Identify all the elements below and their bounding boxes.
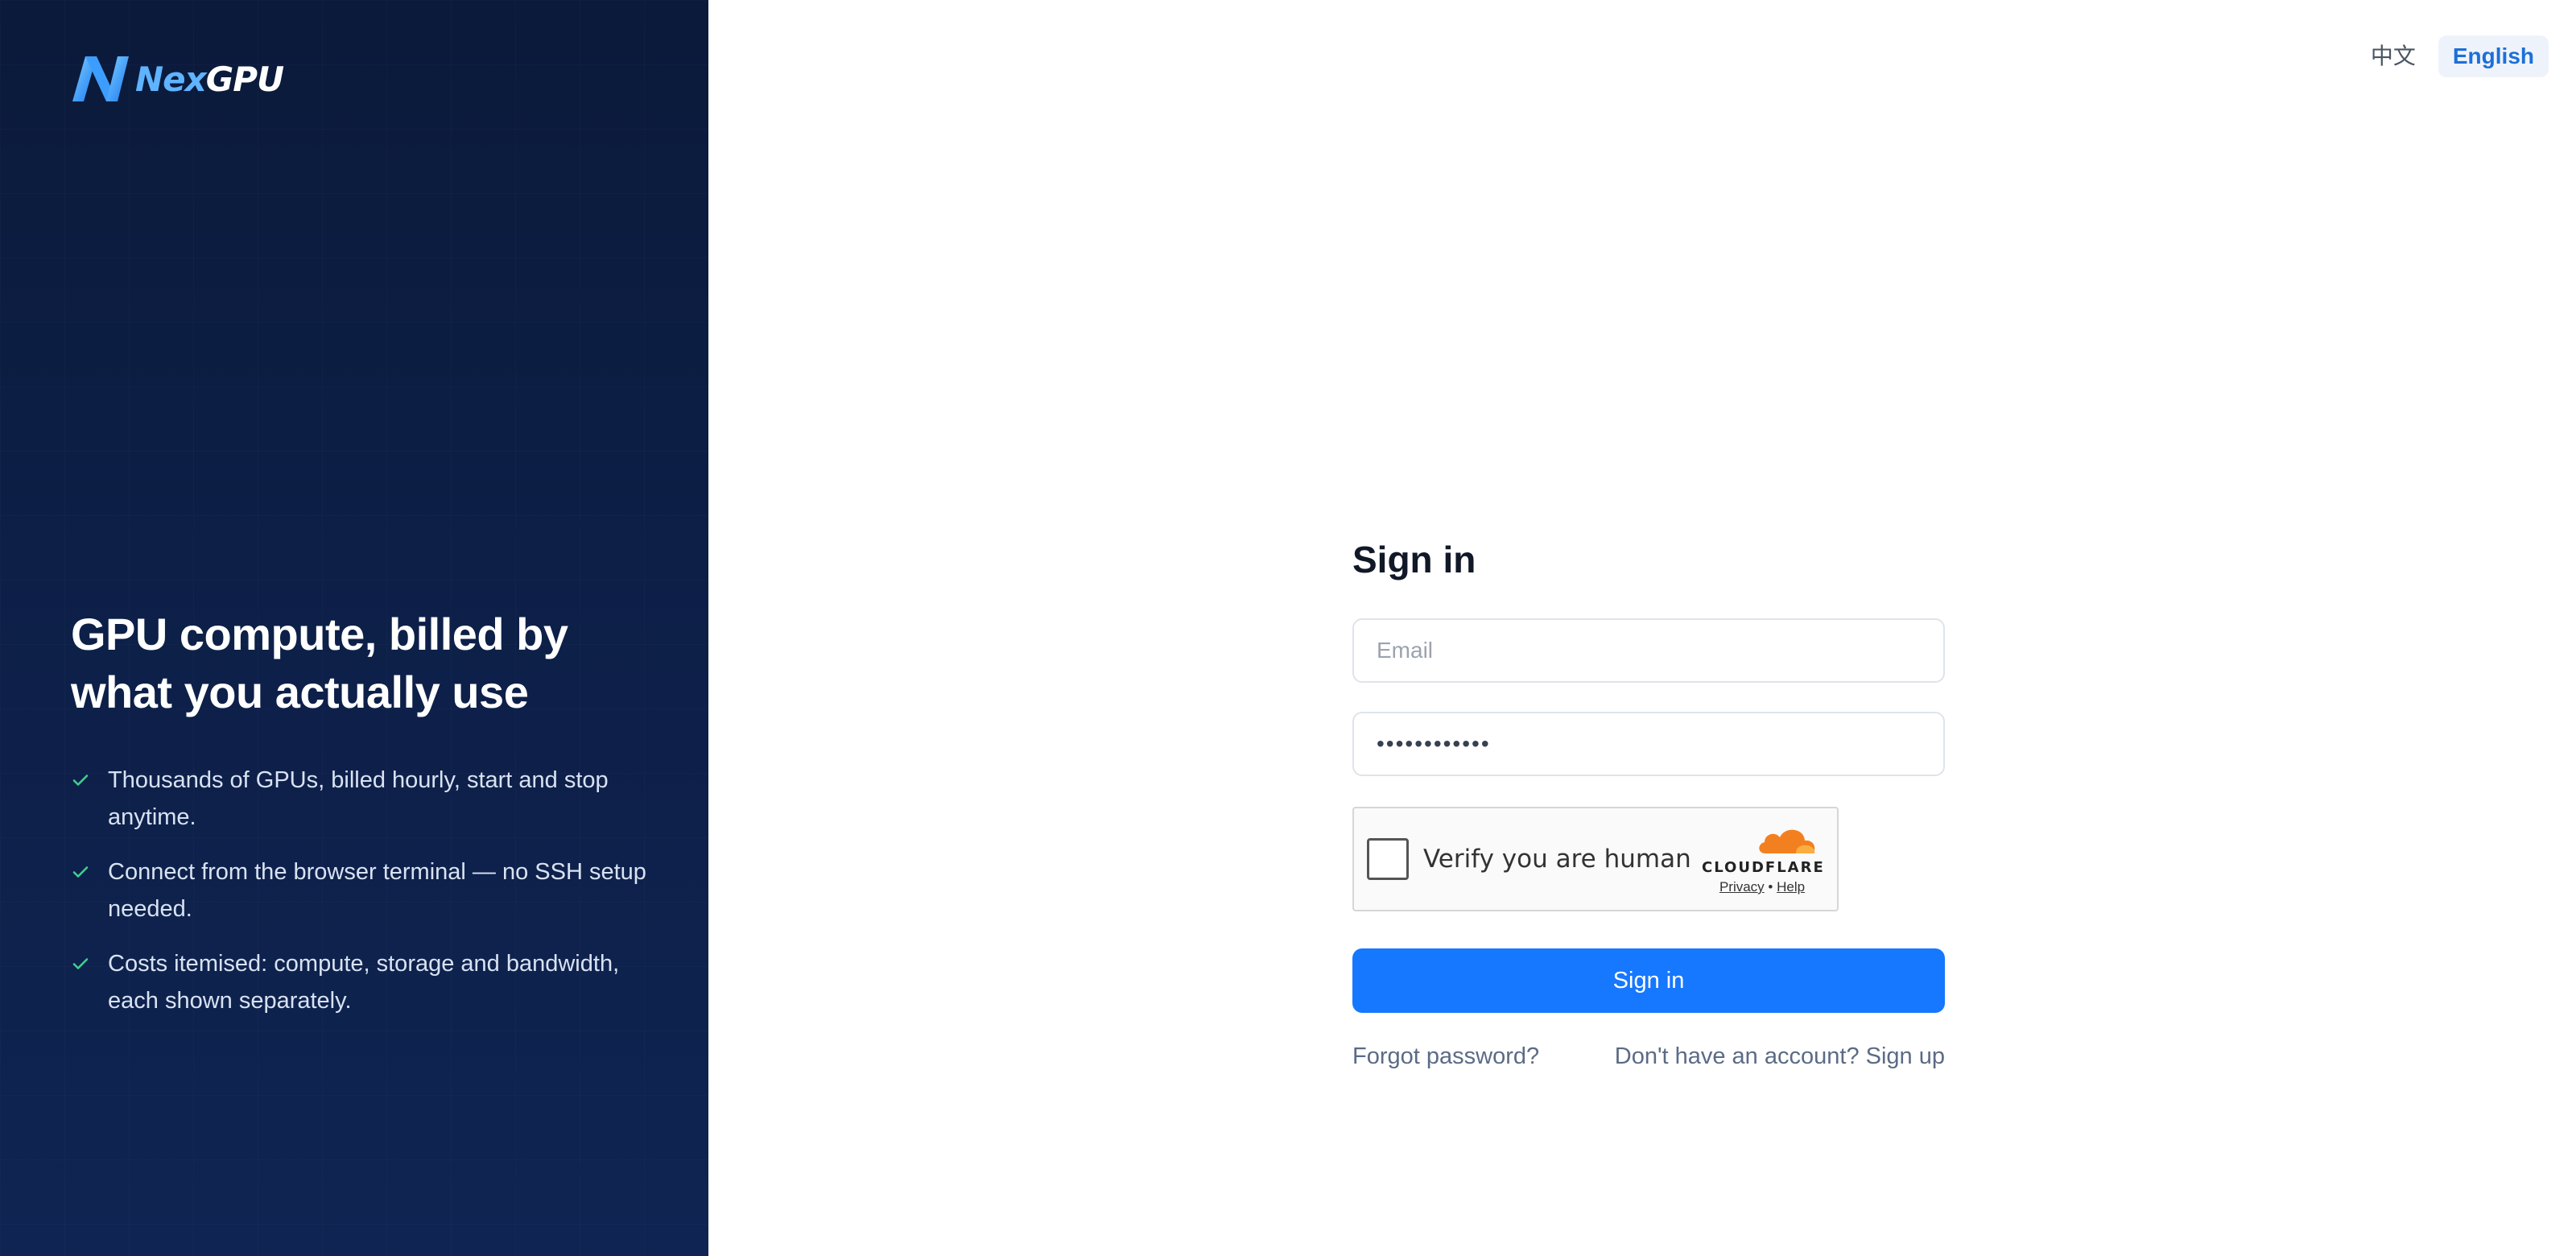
check-icon [72,958,89,969]
feature-text: Costs itemised: compute, storage and ban… [108,951,620,1014]
language-option-zh[interactable]: 中文 [2356,35,2430,77]
feature-text: Thousands of GPUs, billed hourly, start … [108,767,609,830]
brand-logo[interactable]: NexGPU [71,53,284,105]
signin-form: Sign in Verify you are human CLOUDFLARE … [1352,531,1945,1070]
language-option-en[interactable]: English [2438,35,2549,77]
feature-list: Thousands of GPUs, billed hourly, start … [71,762,650,1019]
password-input[interactable] [1352,712,1945,776]
captcha-help-link[interactable]: Help [1777,879,1805,894]
captcha-link-separator: • [1768,879,1773,894]
signin-button[interactable]: Sign in [1352,948,1945,1013]
signup-link[interactable]: Don't have an account? Sign up [1615,1043,1945,1070]
brand-name: NexGPU [135,59,284,99]
captcha-privacy-link[interactable]: Privacy [1719,879,1765,894]
feature-item: Connect from the browser terminal — no S… [71,853,650,928]
feature-item: Thousands of GPUs, billed hourly, start … [71,762,650,836]
cloudflare-branding: CLOUDFLARE Privacy • Help [1702,824,1823,895]
captcha-checkbox[interactable] [1367,838,1409,880]
signin-links: Forgot password? Don't have an account? … [1352,1043,1945,1070]
language-switcher: 中文 English [2356,35,2549,77]
email-input[interactable] [1352,618,1945,683]
signin-title: Sign in [1352,539,1476,580]
forgot-password-link[interactable]: Forgot password? [1352,1043,1539,1070]
captcha-widget: Verify you are human CLOUDFLARE Privacy … [1352,807,1839,911]
cloudflare-wordmark: CLOUDFLARE [1702,859,1825,876]
hero-content: GPU compute, billed by what you actually… [71,605,650,1037]
cloudflare-cloud-icon [1759,829,1815,853]
cloudflare-links: Privacy • Help [1702,879,1823,895]
check-icon [72,775,89,786]
hero-title: GPU compute, billed by what you actually… [71,609,568,717]
check-icon [72,866,89,878]
hero-panel: NexGPU GPU compute, billed by what you a… [0,0,708,1256]
nexgpu-logo-icon [72,56,129,101]
captcha-label: Verify you are human [1423,845,1691,874]
feature-text: Connect from the browser terminal — no S… [108,859,646,922]
feature-item: Costs itemised: compute, storage and ban… [71,945,650,1019]
